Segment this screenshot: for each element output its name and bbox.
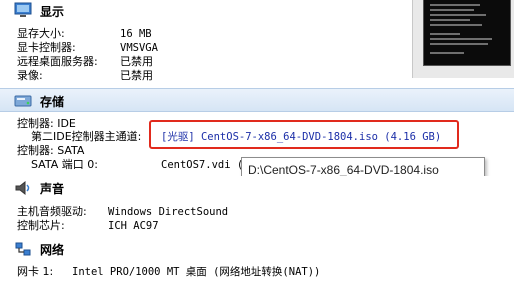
network-section-header[interactable]: 网络	[0, 237, 514, 261]
display-section-title: 显示	[40, 5, 65, 19]
graphics-controller-value: VMSVGA	[120, 42, 158, 54]
network-icon	[15, 242, 31, 256]
network-section-title: 网络	[40, 243, 65, 257]
vm-preview-pane	[412, 0, 514, 78]
video-memory-value: 16 MB	[120, 28, 152, 40]
sata-port-value[interactable]: CentOS7.vdi (	[161, 158, 243, 172]
audio-controller-label: 控制芯片:	[17, 219, 65, 232]
audio-section-title: 声音	[40, 182, 65, 196]
storage-section-title: 存储	[40, 95, 65, 109]
controller-sata-label: 控制器: SATA	[17, 144, 85, 157]
remote-desktop-value: 已禁用	[120, 55, 153, 68]
sata-port-label: SATA 端口 0:	[31, 158, 98, 171]
storage-drive-icon	[14, 95, 32, 107]
adapter1-label: 网卡 1:	[17, 265, 54, 278]
speaker-icon	[15, 180, 30, 196]
storage-section-header[interactable]: 存储	[0, 88, 514, 112]
graphics-controller-label: 显卡控制器:	[17, 41, 76, 54]
host-audio-driver-value: Windows DirectSound	[108, 206, 229, 218]
vm-preview-screen	[423, 0, 511, 66]
recording-label: 录像:	[17, 69, 43, 82]
controller-ide-label: 控制器: IDE	[17, 117, 76, 130]
monitor-icon	[14, 2, 32, 17]
highlight-box	[149, 120, 459, 149]
video-memory-label: 显存大小:	[17, 27, 65, 40]
audio-section-header[interactable]: 声音	[0, 176, 514, 200]
remote-desktop-label: 远程桌面服务器:	[17, 55, 98, 68]
host-audio-driver-label: 主机音频驱动:	[17, 205, 87, 218]
ide-secondary-master-label: 第二IDE控制器主通道:	[31, 130, 142, 143]
adapter1-value: Intel PRO/1000 MT 桌面 (网络地址转换(NAT))	[72, 266, 321, 278]
audio-controller-value: ICH AC97	[108, 220, 159, 232]
recording-value: 已禁用	[120, 69, 153, 82]
